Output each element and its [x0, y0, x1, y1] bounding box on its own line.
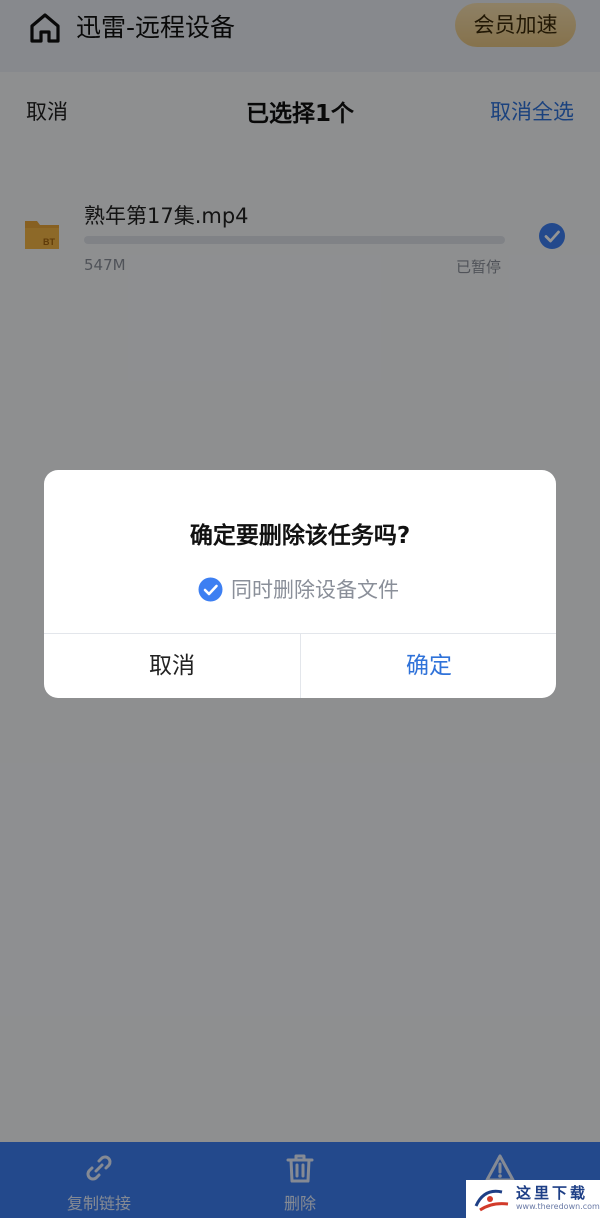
dialog-title: 确定要删除该任务吗?: [189, 523, 411, 549]
dialog-cancel-button[interactable]: 取消: [44, 634, 300, 698]
site-watermark: 这里下载 www.theredown.com: [466, 1180, 600, 1218]
delete-device-files-label: 同时删除设备文件: [231, 578, 399, 602]
delete-confirm-dialog: 确定要删除该任务吗? 同时删除设备文件 取消 确定: [44, 470, 556, 698]
watermark-logo-icon: [474, 1189, 509, 1212]
delete-device-files-checkbox[interactable]: 同时删除设备文件: [198, 574, 399, 604]
dialog-confirm-button[interactable]: 确定: [301, 634, 556, 698]
checkbox-checked-icon: [198, 577, 223, 601]
watermark-url: www.theredown.com: [516, 1202, 600, 1211]
watermark-text: 这里下载: [516, 1184, 589, 1202]
